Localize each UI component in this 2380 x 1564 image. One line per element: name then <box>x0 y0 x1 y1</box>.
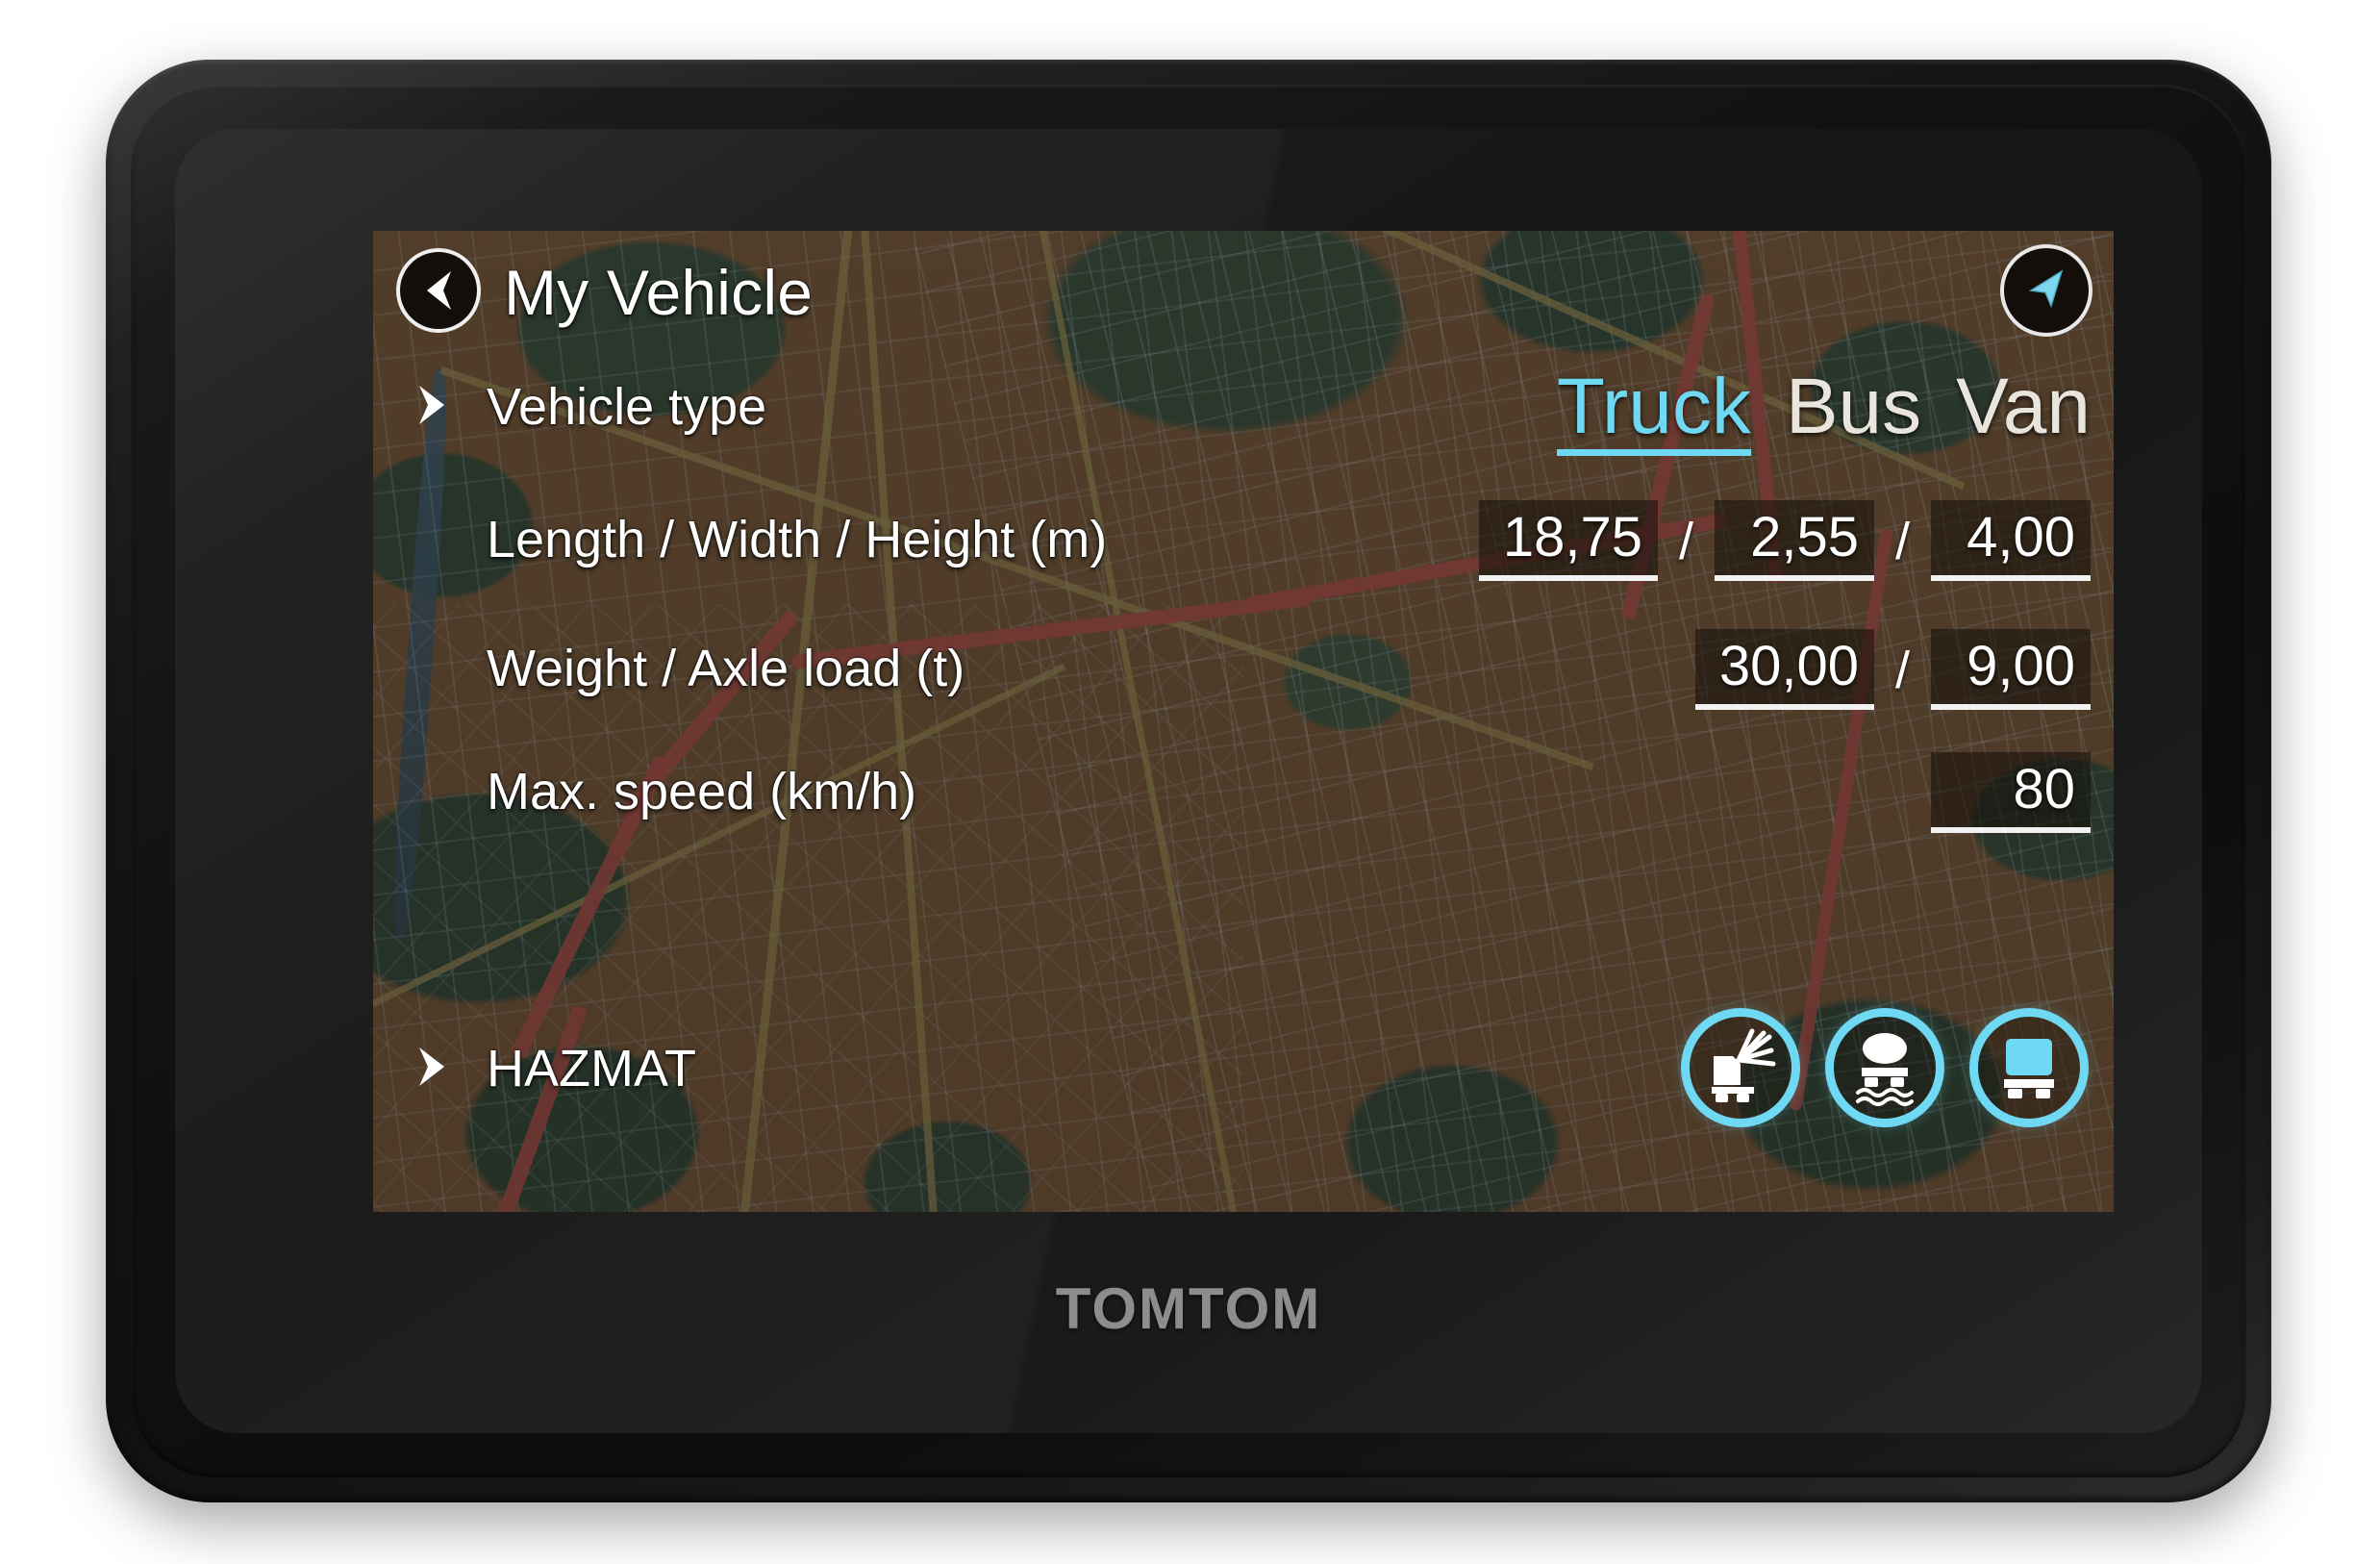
vehicle-type-selector[interactable]: Truck Bus Van <box>1556 367 2091 456</box>
navigation-arrow-icon <box>2019 262 2073 320</box>
hazmat-class-buttons <box>1681 1008 2089 1127</box>
device-inner-bezel: My Vehicle Vehicle type Truck Bus Van Le… <box>131 85 2246 1477</box>
dimensions-field-group: 18,75 / 2,55 / 4,00 <box>1478 500 2091 581</box>
hazmat-label: HAZMAT <box>487 1040 696 1097</box>
weight-value: 30,00 <box>1718 634 1859 697</box>
axle-load-field[interactable]: 9,00 <box>1931 629 2091 710</box>
device-bezel-face: My Vehicle Vehicle type Truck Bus Van Le… <box>175 129 2202 1433</box>
device-screen[interactable]: My Vehicle Vehicle type Truck Bus Van Le… <box>373 231 2114 1212</box>
vehicle-type-option-truck[interactable]: Truck <box>1556 367 1751 456</box>
explosive-cargo-icon <box>1700 1027 1781 1108</box>
dimensions-separator-2: / <box>1894 513 1910 570</box>
max-speed-label: Max. speed (km/h) <box>487 763 917 820</box>
tomtom-gps-device: My Vehicle Vehicle type Truck Bus Van Le… <box>106 60 2271 1502</box>
navigation-view-button[interactable] <box>2000 244 2092 337</box>
hazmat-general-cargo-button[interactable] <box>1969 1008 2089 1127</box>
tomtom-logo: TOMTOM <box>1055 1276 1322 1341</box>
weight-label: Weight / Axle load (t) <box>487 640 965 697</box>
length-value: 18,75 <box>1502 505 1642 568</box>
vehicle-type-label: Vehicle type <box>487 378 767 436</box>
vehicle-type-option-van[interactable]: Van <box>1956 367 2091 456</box>
back-button[interactable] <box>396 248 481 333</box>
water-pollutant-cargo-icon <box>1844 1027 1925 1108</box>
max-speed-field[interactable]: 80 <box>1931 752 2091 833</box>
width-field[interactable]: 2,55 <box>1714 500 1874 581</box>
vehicle-type-chevron-icon <box>413 383 452 427</box>
weight-field[interactable]: 30,00 <box>1694 629 1874 710</box>
back-arrow-icon <box>418 268 459 313</box>
page-title: My Vehicle <box>504 257 814 328</box>
height-field[interactable]: 4,00 <box>1931 500 2091 581</box>
length-field[interactable]: 18,75 <box>1478 500 1658 581</box>
weight-separator: / <box>1894 642 1910 699</box>
dimensions-separator-1: / <box>1678 513 1693 570</box>
max-speed-value: 80 <box>2013 757 2075 820</box>
height-value: 4,00 <box>1967 505 2075 568</box>
general-cargo-truck-icon <box>1989 1027 2069 1108</box>
axle-load-value: 9,00 <box>1967 634 2075 697</box>
screenshot-canvas: My Vehicle Vehicle type Truck Bus Van Le… <box>0 0 2380 1564</box>
hazmat-chevron-icon <box>413 1045 452 1089</box>
vehicle-settings-overlay: My Vehicle Vehicle type Truck Bus Van Le… <box>373 231 2114 1212</box>
hazmat-water-pollutant-button[interactable] <box>1825 1008 1944 1127</box>
max-speed-field-group: 80 <box>1931 752 2091 833</box>
width-value: 2,55 <box>1750 505 1859 568</box>
dimensions-label: Length / Width / Height (m) <box>487 511 1108 568</box>
hazmat-explosive-button[interactable] <box>1681 1008 1800 1127</box>
weight-field-group: 30,00 / 9,00 <box>1694 629 2091 710</box>
vehicle-type-option-bus[interactable]: Bus <box>1786 367 1921 456</box>
